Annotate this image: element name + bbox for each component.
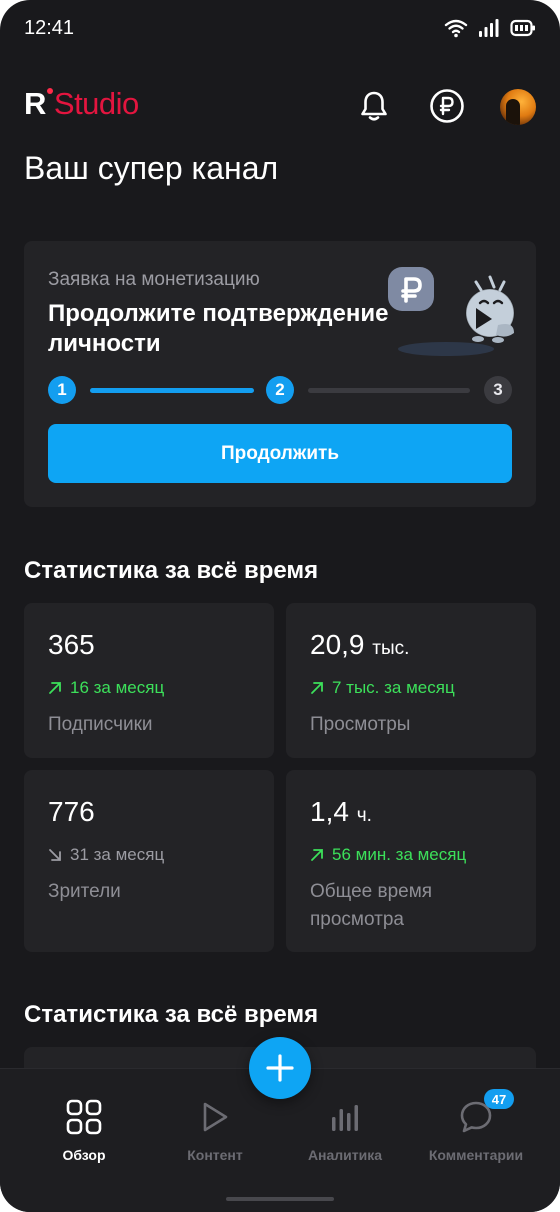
stat-label: Подписчики [48, 714, 153, 735]
step-3: 3 [484, 376, 512, 404]
stat-delta: 56 мин. за месяц [310, 845, 466, 865]
logo-studio: Studio [53, 86, 139, 121]
status-icons [444, 18, 536, 38]
add-button[interactable] [249, 1037, 311, 1099]
verification-stepper: 1 2 3 [48, 376, 512, 406]
nav-label: Обзор [62, 1147, 106, 1163]
stat-number: 20,9 [310, 629, 365, 660]
stat-delta: 16 за месяц [48, 678, 164, 698]
plus-icon [266, 1054, 294, 1082]
play-icon [195, 1097, 235, 1137]
signal-icon [479, 19, 499, 37]
stat-unit: ч. [356, 805, 372, 826]
mascot-illustration [388, 267, 515, 356]
stat-delta-text: 56 мин. за месяц [332, 845, 467, 864]
stat-label: Общее время просмотра [310, 881, 433, 930]
stat-value: 20,9 тыс. [310, 629, 409, 661]
stats-section-2-title: Статистика за всё время [24, 1001, 319, 1028]
stat-label: Просмотры [310, 714, 411, 735]
monetization-kicker: Заявка на монетизацию [48, 269, 260, 290]
stat-value: 1,4 ч. [310, 796, 372, 828]
stat-unit: тыс. [372, 638, 410, 659]
app-screen: 12:41 R Studio Ваш супер канал Заявка на… [0, 0, 560, 1212]
status-bar: 12:41 [0, 0, 560, 60]
logo-r: R [24, 86, 46, 121]
stat-value: 365 [48, 629, 95, 661]
step-connector-2 [308, 388, 470, 393]
home-indicator [226, 1197, 334, 1201]
stat-delta: 7 тыс. за месяц [310, 678, 455, 698]
ruble-icon [430, 89, 464, 123]
nav-item-analytics[interactable]: Аналитика [275, 1097, 415, 1163]
logo-dot [46, 88, 53, 94]
status-time: 12:41 [24, 17, 75, 39]
comments-badge: 47 [484, 1089, 514, 1109]
comment-icon: 47 [456, 1089, 514, 1137]
bar-chart-icon [325, 1097, 365, 1137]
step-1: 1 [48, 376, 76, 404]
stat-number: 776 [48, 796, 95, 827]
arrow-up-right-icon [311, 849, 323, 861]
arrow-down-right-icon [49, 849, 61, 861]
stat-card-watch-time[interactable]: 1,4 ч. 56 мин. за месяц Общее время прос… [286, 770, 536, 952]
page-title: Ваш супер канал [24, 150, 279, 186]
stat-delta-text: 16 за месяц [70, 678, 165, 697]
stat-card-subscribers[interactable]: 365 16 за месяц Подписчики [24, 603, 274, 758]
arrow-up-right-icon [311, 682, 323, 694]
nav-item-content[interactable]: Контент [145, 1097, 285, 1163]
stat-delta-text: 31 за месяц [70, 845, 165, 864]
stat-value: 776 [48, 796, 95, 828]
step-2: 2 [266, 376, 294, 404]
notifications-button[interactable] [354, 86, 394, 126]
avatar[interactable] [500, 89, 536, 125]
arrow-up-right-icon [49, 682, 61, 694]
stat-delta-text: 7 тыс. за месяц [332, 678, 455, 697]
monetization-card: Заявка на монетизацию Продолжите подтвер… [24, 241, 536, 507]
stat-card-views[interactable]: 20,9 тыс. 7 тыс. за месяц Просмотры [286, 603, 536, 758]
nav-label: Комментарии [428, 1147, 524, 1163]
stat-number: 365 [48, 629, 95, 660]
stats-section-title: Статистика за всё время [24, 557, 319, 584]
stat-card-viewers[interactable]: 776 31 за месяц Зрители [24, 770, 274, 952]
stat-label: Зрители [48, 881, 121, 902]
nav-label: Аналитика [307, 1147, 383, 1163]
nav-item-overview[interactable]: Обзор [14, 1097, 154, 1163]
stat-delta: 31 за месяц [48, 845, 164, 865]
nav-label: Контент [187, 1147, 243, 1163]
step-connector-1 [90, 388, 254, 393]
battery-icon [510, 19, 535, 37]
rstudio-logo[interactable]: R Studio [24, 86, 139, 122]
continue-button[interactable]: Продолжить [48, 424, 512, 483]
stat-number: 1,4 [310, 796, 349, 827]
grid-icon [64, 1097, 104, 1137]
wifi-icon [444, 19, 468, 38]
bell-icon [361, 91, 387, 121]
monetization-button[interactable] [427, 86, 467, 126]
nav-item-comments[interactable]: 47 Комментарии [406, 1089, 546, 1163]
monetization-heading: Продолжите подтверждение личности [48, 300, 389, 357]
